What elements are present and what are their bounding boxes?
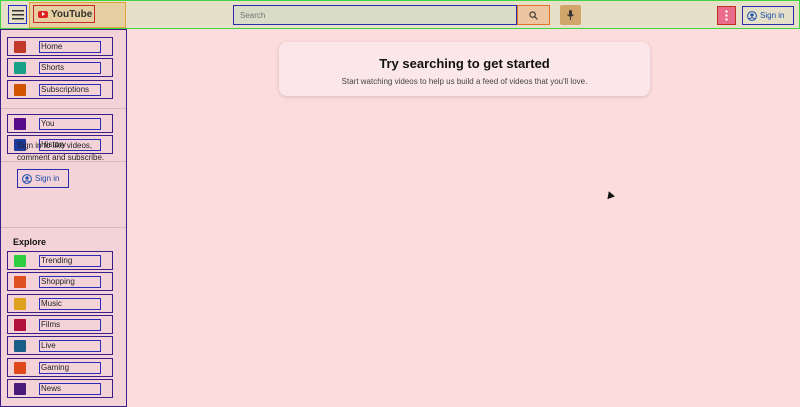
empty-feed-card: Try searching to get started Start watch…: [279, 42, 650, 96]
sidebar-item-label: Gaming: [39, 361, 101, 374]
sidebar-item-subscriptions[interactable]: Subscriptions: [7, 79, 113, 99]
voice-search-button[interactable]: [560, 5, 581, 25]
more-options-button[interactable]: [717, 6, 736, 25]
sidebar-item-label: Shorts: [39, 62, 101, 75]
youtube-logo[interactable]: YouTube: [33, 5, 95, 23]
sign-in-label: Sign in: [760, 11, 785, 20]
home-icon: [14, 41, 26, 53]
sidebar-item-films[interactable]: Films: [7, 314, 113, 334]
search-icon: [529, 10, 538, 20]
search-button[interactable]: [517, 5, 550, 25]
shorts-icon: [14, 62, 26, 75]
account-icon: [22, 173, 32, 184]
search-box[interactable]: [233, 5, 517, 25]
sidebar-item-gaming[interactable]: Gaming: [7, 357, 113, 377]
films-icon: [14, 318, 26, 331]
sidebar-item-label: Subscriptions: [39, 83, 101, 96]
sidebar-item-label: News: [39, 382, 101, 395]
sidebar-sign-in-label: Sign in: [35, 174, 60, 183]
gaming-icon: [14, 361, 26, 374]
sidebar-item-shopping[interactable]: Shopping: [7, 272, 113, 292]
empty-feed-subtitle: Start watching videos to help us build a…: [341, 77, 588, 86]
you-icon: [14, 118, 26, 130]
sign-in-button[interactable]: Sign in: [742, 6, 794, 25]
menu-icon[interactable]: [8, 5, 27, 24]
subscriptions-icon: [14, 83, 26, 96]
shopping-icon: [14, 276, 26, 289]
sidebar-item-home[interactable]: Home: [7, 37, 113, 56]
sidebar-item-news[interactable]: News: [7, 378, 113, 398]
top-bar: YouTube Sign in: [0, 0, 800, 29]
divider: [1, 227, 126, 228]
sidebar-item-live[interactable]: Live: [7, 336, 113, 356]
mic-icon: [567, 10, 574, 20]
sidebar-sign-in-button[interactable]: Sign in: [17, 169, 69, 188]
sidebar-item-label: Trending: [39, 255, 101, 267]
mouse-cursor: [605, 189, 615, 200]
logo-text: YouTube: [51, 8, 93, 20]
sidebar-item-shorts[interactable]: Shorts: [7, 58, 113, 78]
search-input[interactable]: [234, 6, 516, 24]
sidebar-item-label: Films: [39, 318, 101, 331]
music-icon: [14, 297, 26, 310]
sidebar-item-label: Music: [39, 297, 101, 310]
sidebar-item-label: Shopping: [39, 276, 101, 289]
empty-feed-title: Try searching to get started: [379, 56, 550, 71]
more-vert-icon: [725, 10, 728, 21]
sidebar-item-label: Home: [39, 41, 101, 53]
live-icon: [14, 340, 26, 353]
trending-icon: [14, 255, 26, 267]
sidebar-item-label: Live: [39, 340, 101, 353]
sidebar-item-you[interactable]: You: [7, 114, 113, 133]
sidebar-item-music[interactable]: Music: [7, 293, 113, 313]
sidebar-item-label: You: [39, 118, 101, 130]
news-icon: [14, 382, 26, 395]
divider: [1, 108, 126, 109]
sidebar-item-trending[interactable]: Trending: [7, 251, 113, 270]
sidebar: Home Shorts Subscriptions You History Sign …: [0, 29, 127, 407]
account-icon: [747, 10, 757, 21]
explore-heading: Explore: [13, 237, 47, 247]
youtube-play-icon: [38, 10, 48, 18]
signin-prompt: Sign in to like videos, comment and subs…: [17, 141, 105, 162]
